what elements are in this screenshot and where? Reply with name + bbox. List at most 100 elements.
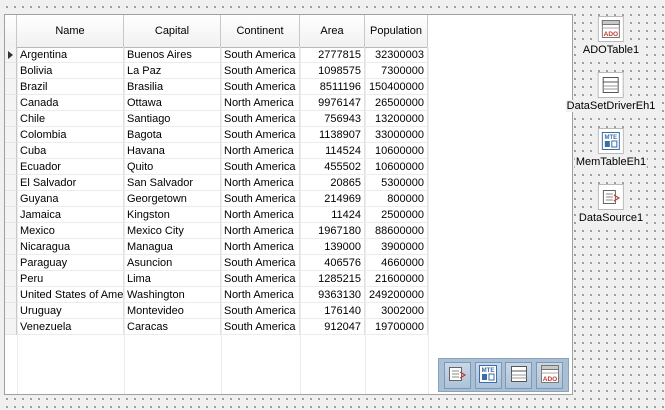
row-indicator[interactable] <box>5 111 17 127</box>
toolbar-button-data-source[interactable] <box>443 361 471 389</box>
cell-population[interactable]: 3900000 <box>365 239 428 255</box>
table-row[interactable]: Venezuela Caracas South America 912047 19700… <box>5 319 428 335</box>
cell-continent[interactable]: North America <box>221 95 300 111</box>
row-indicator[interactable] <box>5 207 17 223</box>
table-row[interactable]: Nicaragua Managua North America 139000 39000… <box>5 239 428 255</box>
table-row[interactable]: Cuba Havana North America 114524 10600000 <box>5 143 428 159</box>
cell-area[interactable]: 214969 <box>300 191 365 207</box>
row-indicator[interactable] <box>5 175 17 191</box>
component-adotable1[interactable]: ADO ADOTable1 <box>581 16 641 56</box>
cell-area[interactable]: 114524 <box>300 143 365 159</box>
table-row[interactable]: Ecuador Quito South America 455502 10600000 <box>5 159 428 175</box>
cell-area[interactable]: 11424 <box>300 207 365 223</box>
row-indicator[interactable] <box>5 191 17 207</box>
cell-population[interactable]: 10600000 <box>365 143 428 159</box>
cell-name[interactable]: Canada <box>17 95 124 111</box>
cell-population[interactable]: 3002000 <box>365 303 428 319</box>
cell-area[interactable]: 20865 <box>300 175 365 191</box>
table-row[interactable]: Brazil Brasilia South America 8511196 150400… <box>5 79 428 95</box>
cell-area[interactable]: 1138907 <box>300 127 365 143</box>
cell-area[interactable]: 1098575 <box>300 63 365 79</box>
cell-population[interactable]: 4660000 <box>365 255 428 271</box>
row-indicator[interactable] <box>5 143 17 159</box>
cell-name[interactable]: Cuba <box>17 143 124 159</box>
cell-name[interactable]: Mexico <box>17 223 124 239</box>
row-indicator[interactable] <box>5 319 17 335</box>
cell-population[interactable]: 32300003 <box>365 47 428 63</box>
cell-continent[interactable]: South America <box>221 79 300 95</box>
cell-continent[interactable]: South America <box>221 255 300 271</box>
cell-capital[interactable]: Montevideo <box>124 303 221 319</box>
cell-capital[interactable]: Ottawa <box>124 95 221 111</box>
row-indicator[interactable] <box>5 127 17 143</box>
cell-continent[interactable]: South America <box>221 63 300 79</box>
cell-capital[interactable]: Buenos Aires <box>124 47 221 63</box>
row-indicator[interactable] <box>5 47 17 63</box>
table-row[interactable]: Bolivia La Paz South America 1098575 7300000 <box>5 63 428 79</box>
cell-area[interactable]: 1967180 <box>300 223 365 239</box>
cell-area[interactable]: 406576 <box>300 255 365 271</box>
cell-population[interactable]: 800000 <box>365 191 428 207</box>
cell-area[interactable]: 756943 <box>300 111 365 127</box>
cell-capital[interactable]: Managua <box>124 239 221 255</box>
cell-continent[interactable]: South America <box>221 159 300 175</box>
cell-capital[interactable]: Kingston <box>124 207 221 223</box>
cell-capital[interactable]: Mexico City <box>124 223 221 239</box>
cell-population[interactable]: 5300000 <box>365 175 428 191</box>
cell-continent[interactable]: South America <box>221 319 300 335</box>
table-row[interactable]: Mexico Mexico City North America 1967180 886… <box>5 223 428 239</box>
cell-capital[interactable]: Asuncion <box>124 255 221 271</box>
row-indicator[interactable] <box>5 303 17 319</box>
cell-name[interactable]: Colombia <box>17 127 124 143</box>
cell-continent[interactable]: South America <box>221 303 300 319</box>
row-indicator[interactable] <box>5 255 17 271</box>
cell-capital[interactable]: Bagota <box>124 127 221 143</box>
cell-continent[interactable]: South America <box>221 127 300 143</box>
cell-capital[interactable]: Brasilia <box>124 79 221 95</box>
cell-continent[interactable]: South America <box>221 191 300 207</box>
toolbar-button-dataset-driver[interactable] <box>505 361 533 389</box>
column-header-population[interactable]: Population <box>365 15 428 47</box>
cell-capital[interactable]: Washington <box>124 287 221 303</box>
cell-capital[interactable]: San Salvador <box>124 175 221 191</box>
table-row[interactable]: El Salvador San Salvador North America 2086… <box>5 175 428 191</box>
cell-continent[interactable]: North America <box>221 287 300 303</box>
cell-area[interactable]: 9976147 <box>300 95 365 111</box>
row-indicator[interactable] <box>5 271 17 287</box>
table-row[interactable]: Colombia Bagota South America 1138907 330000… <box>5 127 428 143</box>
cell-continent[interactable]: North America <box>221 223 300 239</box>
cell-population[interactable]: 249200000 <box>365 287 428 303</box>
component-datasetdrivereh1[interactable]: DataSetDriverEh1 <box>565 72 657 112</box>
cell-name[interactable]: Venezuela <box>17 319 124 335</box>
cell-population[interactable]: 21600000 <box>365 271 428 287</box>
cell-name[interactable]: Guyana <box>17 191 124 207</box>
cell-capital[interactable]: Santiago <box>124 111 221 127</box>
cell-name[interactable]: Argentina <box>17 47 124 63</box>
cell-name[interactable]: Jamaica <box>17 207 124 223</box>
cell-area[interactable]: 8511196 <box>300 79 365 95</box>
cell-name[interactable]: Uruguay <box>17 303 124 319</box>
table-row[interactable]: Jamaica Kingston North America 11424 2500000 <box>5 207 428 223</box>
cell-continent[interactable]: South America <box>221 47 300 63</box>
row-indicator[interactable] <box>5 223 17 239</box>
cell-area[interactable]: 1285215 <box>300 271 365 287</box>
cell-continent[interactable]: North America <box>221 175 300 191</box>
cell-population[interactable]: 7300000 <box>365 63 428 79</box>
component-datasource1[interactable]: DataSource1 <box>577 184 645 224</box>
column-header-capital[interactable]: Capital <box>124 15 221 47</box>
cell-capital[interactable]: La Paz <box>124 63 221 79</box>
cell-continent[interactable]: South America <box>221 271 300 287</box>
cell-population[interactable]: 13200000 <box>365 111 428 127</box>
cell-area[interactable]: 912047 <box>300 319 365 335</box>
row-indicator[interactable] <box>5 159 17 175</box>
cell-continent[interactable]: North America <box>221 143 300 159</box>
row-indicator[interactable] <box>5 79 17 95</box>
cell-name[interactable]: United States of America <box>17 287 124 303</box>
column-header-area[interactable]: Area <box>300 15 365 47</box>
cell-continent[interactable]: North America <box>221 207 300 223</box>
cell-capital[interactable]: Caracas <box>124 319 221 335</box>
cell-name[interactable]: Paraguay <box>17 255 124 271</box>
countries-grid[interactable]: Name Capital Continent Area Population A… <box>4 14 573 395</box>
cell-population[interactable]: 88600000 <box>365 223 428 239</box>
cell-name[interactable]: Ecuador <box>17 159 124 175</box>
